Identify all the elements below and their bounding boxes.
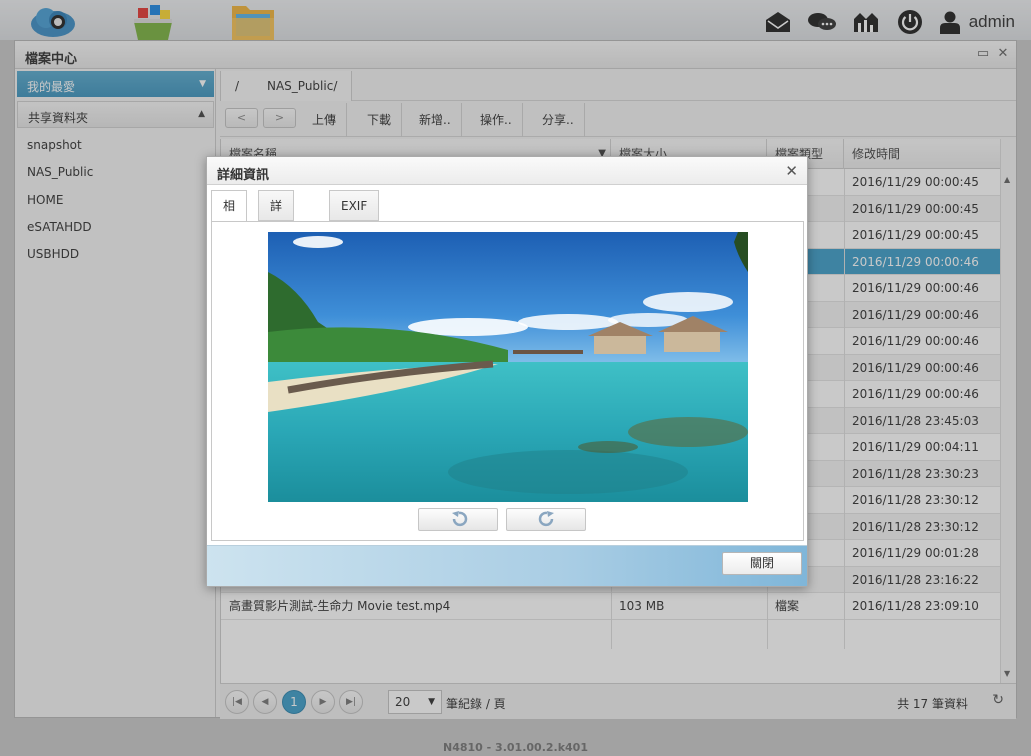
tab-photo[interactable]: 相片 bbox=[211, 190, 248, 243]
close-icon[interactable]: ✕ bbox=[785, 162, 798, 180]
photo-panel bbox=[211, 221, 804, 541]
rotate-left-button[interactable] bbox=[418, 508, 498, 531]
dialog-footer: 關閉 bbox=[207, 545, 807, 586]
close-button[interactable]: 關閉 bbox=[722, 552, 802, 575]
rotate-left-icon bbox=[452, 511, 468, 527]
rotate-right-button[interactable] bbox=[506, 508, 586, 531]
rotate-right-icon bbox=[538, 511, 554, 527]
details-dialog: 詳細資訊 ✕ 相片 詳細資訊 EXIF bbox=[206, 156, 808, 587]
dialog-titlebar: 詳細資訊 ✕ bbox=[207, 157, 807, 185]
dialog-title: 詳細資訊 bbox=[217, 168, 270, 183]
tab-exif[interactable]: EXIF bbox=[329, 190, 380, 221]
tab-details[interactable]: 詳細資訊 bbox=[258, 190, 295, 303]
photo-preview bbox=[268, 232, 748, 502]
